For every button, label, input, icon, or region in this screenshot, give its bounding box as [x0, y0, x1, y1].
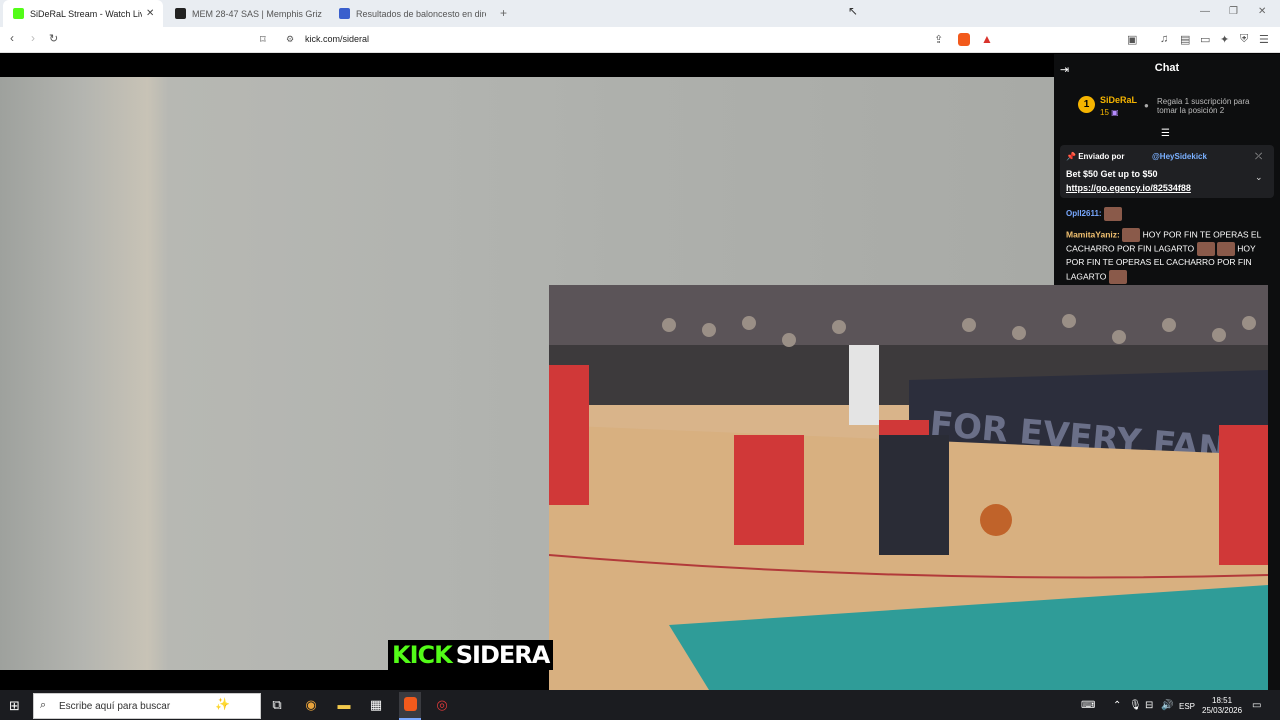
kick-favicon-icon [13, 8, 24, 19]
forward-button[interactable]: › [31, 31, 35, 45]
pin-icon: 📌 [1066, 152, 1076, 161]
tab-title: SiDeRaL Stream - Watch Live on [30, 8, 142, 19]
pinned-user[interactable]: @HeySidekick [1152, 152, 1207, 161]
windows-start-icon[interactable]: ⊞ [9, 698, 20, 714]
new-tab-button[interactable]: + [500, 6, 507, 20]
brave-shields-icon[interactable] [958, 33, 970, 46]
copilot-icon[interactable]: ◉ [303, 697, 319, 713]
leaderboard-rank-badge: 1 [1078, 96, 1095, 113]
wallet-icon[interactable]: ▭ [1200, 33, 1210, 46]
url-text[interactable]: kick.com/sideral [305, 34, 369, 44]
kick-logo-text: KICK [392, 641, 453, 669]
back-button[interactable]: ‹ [10, 31, 14, 45]
brave-icon [403, 697, 417, 711]
leaderboard-count-value: 15 [1100, 108, 1109, 117]
gift-icon: ▣ [1111, 108, 1119, 117]
search-icon: ⌕ [40, 699, 47, 711]
stream-watermark: KICK SIDERA [388, 640, 554, 670]
player-top-bar [0, 54, 1054, 77]
gift-sub-text[interactable]: Regala 1 suscripción para tomar la posic… [1157, 97, 1272, 115]
chat-message: Opll2611: [1066, 207, 1122, 221]
pinned-text: Bet $50 Get up to $50 [1066, 169, 1158, 179]
menu-icon[interactable]: ☰ [1259, 33, 1269, 46]
minimize-button[interactable]: — [1200, 6, 1210, 17]
chevron-down-icon[interactable]: ⌄ [1255, 172, 1263, 183]
leo-ai-icon[interactable]: ✦ [1220, 33, 1229, 46]
game-footage-image: FOR EVERY FAN [549, 285, 1268, 690]
keyboard-icon[interactable]: ⌨ [1081, 700, 1095, 711]
leaderboard-user[interactable]: SiDeRaL [1100, 95, 1137, 105]
reload-button[interactable]: ↻ [49, 32, 58, 45]
emote-icon [1108, 269, 1127, 284]
close-window-button[interactable]: ✕ [1258, 6, 1266, 17]
clock-date[interactable]: 25/03/2026 [1202, 706, 1242, 715]
tab-kick[interactable]: SiDeRaL Stream - Watch Live on ✕ [3, 0, 163, 27]
pinned-by-label: 📌 Enviado por [1066, 152, 1124, 161]
store-icon[interactable]: ▦ [368, 697, 384, 713]
media-icon[interactable]: ♫ [1160, 33, 1168, 45]
brave-taskbar-button[interactable] [399, 692, 421, 720]
tab-title: MEM 28-47 SAS | Memphis Grizzlies [192, 8, 322, 19]
language-indicator[interactable]: ESP [1179, 702, 1195, 711]
chat-message: MamitaYaniz: HOY POR FIN TE OPERAS EL CA… [1066, 228, 1262, 284]
emote-icon [1216, 242, 1235, 256]
pinned-by-text: Enviado por [1078, 152, 1125, 161]
filter-icon[interactable]: ☰ [1161, 128, 1170, 139]
unpin-icon[interactable]: ⤫ [1255, 151, 1262, 162]
share-icon[interactable]: ⇪ [934, 33, 943, 46]
brave-rewards-icon[interactable]: ▲ [981, 32, 993, 46]
chat-title: Chat [1154, 62, 1180, 74]
task-view-icon[interactable]: ⧉ [269, 697, 285, 713]
bookmark-icon[interactable]: ⌑ [260, 33, 266, 46]
mouse-cursor-icon: ↖ [848, 4, 859, 18]
clock-time[interactable]: 18:51 [1212, 695, 1232, 706]
search-highlight-icon[interactable]: ✨ [215, 697, 230, 711]
site-favicon-icon [339, 8, 350, 19]
player-bottom-bar [0, 670, 550, 690]
tab-resultados[interactable]: Resultados de baloncesto en directo [329, 0, 489, 27]
network-icon[interactable]: ⊟ [1145, 700, 1153, 711]
close-tab-icon[interactable]: ✕ [146, 8, 154, 19]
reader-mode-icon[interactable]: ▣ [1127, 33, 1137, 46]
leaderboard-count: 15 ▣ [1100, 108, 1119, 117]
sidebar-icon[interactable]: ▤ [1180, 33, 1190, 46]
file-explorer-icon[interactable]: ▬ [336, 697, 352, 713]
chat-username[interactable]: MamitaYaniz: [1066, 229, 1120, 239]
vpn-icon[interactable]: ⛨ [1240, 33, 1248, 46]
tab-grizzlies[interactable]: MEM 28-47 SAS | Memphis Grizzlies [165, 0, 325, 27]
show-hidden-icons-icon[interactable]: ⌃ [1113, 700, 1121, 711]
scrollbar[interactable] [1268, 285, 1280, 690]
chat-username[interactable]: Opll2611: [1066, 209, 1102, 218]
maximize-button[interactable]: ❐ [1229, 6, 1238, 17]
search-placeholder[interactable]: Escribe aquí para buscar [59, 701, 170, 712]
site-favicon-icon [175, 8, 186, 19]
gift-sub-icon: ● [1144, 101, 1149, 110]
emote-icon [1122, 228, 1141, 242]
streamer-name-text: SIDERA [455, 641, 551, 669]
site-info-icon[interactable]: ⚙ [286, 34, 294, 45]
app-icon[interactable]: ◎ [434, 697, 450, 713]
pinned-link[interactable]: https://go.egency.io/82534f88 [1066, 183, 1191, 193]
volume-icon[interactable]: 🔊 [1161, 700, 1173, 711]
emote-icon [1196, 242, 1215, 256]
tab-title: Resultados de baloncesto en directo [356, 8, 486, 19]
emote-icon [1103, 207, 1122, 221]
notifications-icon[interactable]: ▭ [1252, 700, 1261, 711]
microphone-icon[interactable]: 🎙 [1129, 700, 1142, 711]
